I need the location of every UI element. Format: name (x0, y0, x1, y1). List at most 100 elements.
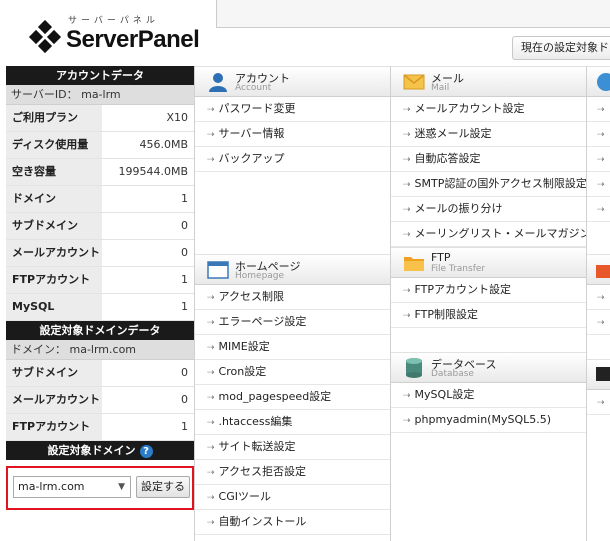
arrow-right-icon: ⇢ (403, 180, 411, 190)
menu-item-link[interactable]: ⇢ アクセス拒否設定 (195, 460, 390, 485)
menu-item-label: phpmyadmin(MySQL5.5) (414, 413, 552, 426)
cropped-menu-item[interactable]: ⇢ (587, 310, 610, 335)
monitor-icon (596, 367, 610, 381)
server-id: サーバーID： ma-lrm (6, 85, 194, 105)
arrow-right-icon: ⇢ (207, 493, 215, 503)
arrow-right-icon: ⇢ (403, 105, 411, 115)
menu-item-link[interactable]: ⇢ 自動インストール (195, 510, 390, 535)
row-label: 空き容量 (6, 159, 102, 185)
menu-item-link[interactable]: ⇢ サイト転送設定 (195, 435, 390, 460)
help-icon[interactable]: ? (139, 444, 153, 458)
arrow-right-icon: ⇢ (597, 293, 605, 303)
arrow-right-icon: ⇢ (207, 518, 215, 528)
cropped-menu-list-3: ⇢ (587, 390, 610, 415)
cropped-menu-item[interactable]: ⇢ (587, 197, 610, 222)
menu-item-label: アクセス制限 (218, 290, 284, 303)
menu-column-3-cropped: ⇢ ⇢ ⇢ ⇢ ⇢ ⇢ ⇢ ⇢ (586, 66, 610, 541)
domain-data-title: 設定対象ドメインデータ (6, 321, 194, 340)
menu-item-label: FTPアカウント設定 (414, 283, 512, 296)
menu-item-link[interactable]: ⇢ MySQL設定 (391, 383, 586, 408)
menu-item-label: Cron設定 (218, 365, 267, 378)
section-header-database: データベース Database (391, 352, 586, 383)
menu-item-link[interactable]: ⇢ メールアカウント設定 (391, 97, 586, 122)
row-value: 0 (102, 240, 194, 266)
row-label: メールアカウント (6, 387, 102, 413)
section-header-mail: メール Mail (391, 66, 586, 97)
globe-icon (597, 73, 610, 91)
section-header-cropped-2 (587, 254, 610, 285)
row-value: 1 (102, 267, 194, 293)
cropped-menu-item[interactable]: ⇢ (587, 172, 610, 197)
account-data-table: ご利用プラン X10 ディスク使用量 456.0MB 空き容量 199544.0MB ドメイ… (6, 105, 194, 321)
menu-item-link[interactable]: ⇢ 自動応答設定 (391, 147, 586, 172)
domain-selector-box: ma-lrm.com ▼ 設定する (6, 466, 194, 510)
row-label: サブドメイン (6, 360, 102, 386)
row-label: サブドメイン (6, 213, 102, 239)
arrow-right-icon: ⇢ (597, 155, 605, 165)
serverpanel-logo: サーバーパネル ServerPanel (24, 12, 204, 56)
menu-item-link[interactable]: ⇢ FTP制限設定 (391, 303, 586, 328)
menu-column-1: アカウント Account ⇢ パスワード変更 ⇢ サーバー情報 ⇢ バックアップ ホーム… (194, 66, 390, 541)
row-value: X10 (102, 105, 194, 131)
menu-item-link[interactable]: ⇢ mod_pagespeed設定 (195, 385, 390, 410)
account-data-title: アカウントデータ (6, 66, 194, 85)
cropped-menu-item[interactable]: ⇢ (587, 122, 610, 147)
menu-item-label: mod_pagespeed設定 (218, 390, 332, 403)
section-header-homepage: ホームページ Homepage (195, 254, 390, 285)
menu-item-link[interactable]: ⇢ .htaccess編集 (195, 410, 390, 435)
menu-item-link[interactable]: ⇢ バックアップ (195, 147, 390, 172)
set-domain-button[interactable]: 設定する (136, 476, 190, 498)
menu-item-link[interactable]: ⇢ サーバー情報 (195, 122, 390, 147)
section-subtitle-account: Account (235, 83, 272, 93)
menu-item-label: MySQL設定 (414, 388, 475, 401)
arrow-right-icon: ⇢ (403, 416, 411, 426)
arrow-right-icon: ⇢ (403, 130, 411, 140)
menu-item-link[interactable]: ⇢ エラーページ設定 (195, 310, 390, 335)
cropped-menu-list-1: ⇢ ⇢ ⇢ ⇢ ⇢ (587, 97, 610, 222)
menu-item-link[interactable]: ⇢ Cron設定 (195, 360, 390, 385)
menu-item-link[interactable]: ⇢ メーリングリスト・メールマガジン (391, 222, 586, 247)
arrow-right-icon: ⇢ (597, 398, 605, 408)
arrow-right-icon: ⇢ (207, 468, 215, 478)
row-value: 1 (102, 186, 194, 212)
data-row: サブドメイン 0 (6, 360, 194, 387)
arrow-right-icon: ⇢ (207, 418, 215, 428)
row-label: メールアカウント (6, 240, 102, 266)
account-menu-list: ⇢ パスワード変更 ⇢ サーバー情報 ⇢ バックアップ (195, 97, 390, 172)
current-target-button[interactable]: 現在の設定対象ド (512, 36, 610, 60)
data-row: ご利用プラン X10 (6, 105, 194, 132)
spacer (587, 335, 610, 359)
menu-item-label: アクセス拒否設定 (218, 465, 306, 478)
data-row: メールアカウント 0 (6, 240, 194, 267)
menu-item-link[interactable]: ⇢ CGIツール (195, 485, 390, 510)
menu-item-label: 自動応答設定 (414, 152, 481, 165)
cropped-menu-item[interactable]: ⇢ (587, 285, 610, 310)
menu-item-link[interactable]: ⇢ 迷惑メール設定 (391, 122, 586, 147)
homepage-menu-list: ⇢ アクセス制限 ⇢ エラーページ設定 ⇢ MIME設定 ⇢ Cron設定 ⇢ mod_pages… (195, 285, 390, 535)
data-row: サブドメイン 0 (6, 213, 194, 240)
menu-item-link[interactable]: ⇢ パスワード変更 (195, 97, 390, 122)
menu-item-label: 迷惑メール設定 (414, 127, 492, 140)
menu-item-link[interactable]: ⇢ アクセス制限 (195, 285, 390, 310)
arrow-right-icon: ⇢ (403, 155, 411, 165)
cropped-menu-item[interactable]: ⇢ (587, 97, 610, 122)
spacer (391, 328, 586, 352)
menu-item-link[interactable]: ⇢ phpmyadmin(MySQL5.5) (391, 408, 586, 433)
section-header-cropped-3 (587, 359, 610, 390)
row-value: 1 (102, 414, 194, 440)
menu-item-label: サーバー情報 (218, 127, 285, 140)
arrow-right-icon: ⇢ (403, 230, 411, 240)
data-row: ディスク使用量 456.0MB (6, 132, 194, 159)
cropped-menu-item[interactable]: ⇢ (587, 147, 610, 172)
data-row: FTPアカウント 1 (6, 414, 194, 441)
menu-item-link[interactable]: ⇢ FTPアカウント設定 (391, 278, 586, 303)
menu-item-link[interactable]: ⇢ SMTP認証の国外アクセス制限設定 (391, 172, 586, 197)
section-subtitle-ftp: File Transfer (431, 264, 486, 274)
domain-select[interactable]: ma-lrm.com ▼ (13, 476, 131, 498)
mail-envelope-icon (403, 74, 425, 90)
row-value: 1 (102, 294, 194, 320)
menu-item-link[interactable]: ⇢ MIME設定 (195, 335, 390, 360)
cropped-menu-item[interactable]: ⇢ (587, 390, 610, 415)
row-value: 0 (102, 360, 194, 386)
menu-item-link[interactable]: ⇢ メールの振り分け (391, 197, 586, 222)
